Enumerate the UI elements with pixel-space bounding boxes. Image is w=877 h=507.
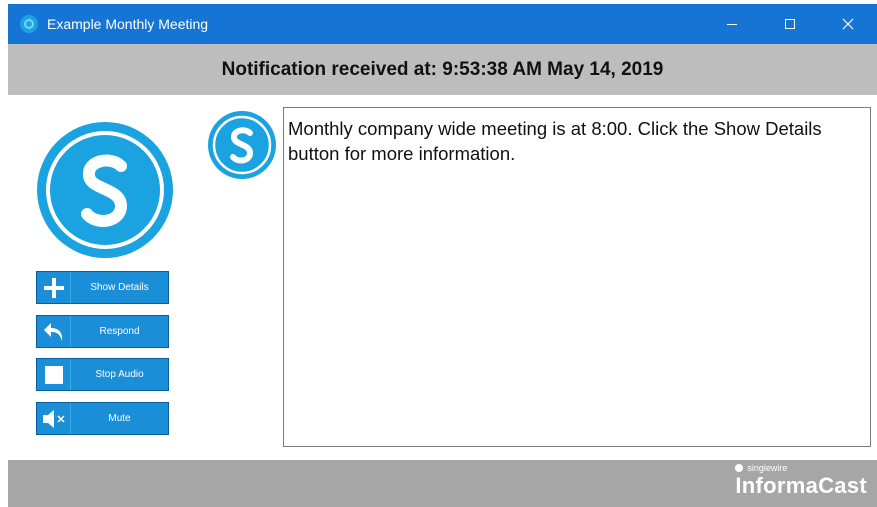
stop-square-icon [37,359,71,390]
stop-audio-button[interactable]: Stop Audio [36,358,169,391]
reply-arrow-icon [37,316,71,347]
plus-icon [37,272,71,303]
app-icon [20,15,38,33]
maximize-icon [785,19,795,29]
close-icon [842,18,854,30]
respond-label: Respond [99,326,140,337]
product-name: InformaCast [735,473,867,498]
speaker-mute-icon [37,403,71,434]
maximize-button[interactable] [761,4,819,44]
minimize-button[interactable] [703,4,761,44]
footer-bar: singlewire InformaCast [8,460,877,507]
mute-button[interactable]: Mute [36,402,169,435]
singlewire-wordmark: singlewire [735,463,867,473]
show-details-button[interactable]: Show Details [36,271,169,304]
singlewire-dot-icon [735,464,744,472]
window-title: Example Monthly Meeting [47,16,209,32]
stop-audio-label: Stop Audio [95,369,144,380]
mute-label: Mute [108,413,131,424]
company-name: singlewire [747,463,788,473]
singlewire-logo-icon [37,122,173,258]
notification-timestamp: Notification received at: 9:53:38 AM May… [221,58,664,80]
notification-banner: Notification received at: 9:53:38 AM May… [8,44,877,95]
minimize-icon [727,24,737,25]
notification-window: Example Monthly Meeting Notification rec… [0,0,877,507]
window-controls [703,4,877,44]
message-logo-icon [208,111,276,179]
title-bar[interactable]: Example Monthly Meeting [8,4,877,44]
show-details-label: Show Details [90,282,149,293]
close-button[interactable] [819,4,877,44]
message-text-box[interactable]: Monthly company wide meeting is at 8:00.… [283,107,871,447]
respond-button[interactable]: Respond [36,315,169,348]
informacast-brand: singlewire InformaCast [735,463,867,499]
